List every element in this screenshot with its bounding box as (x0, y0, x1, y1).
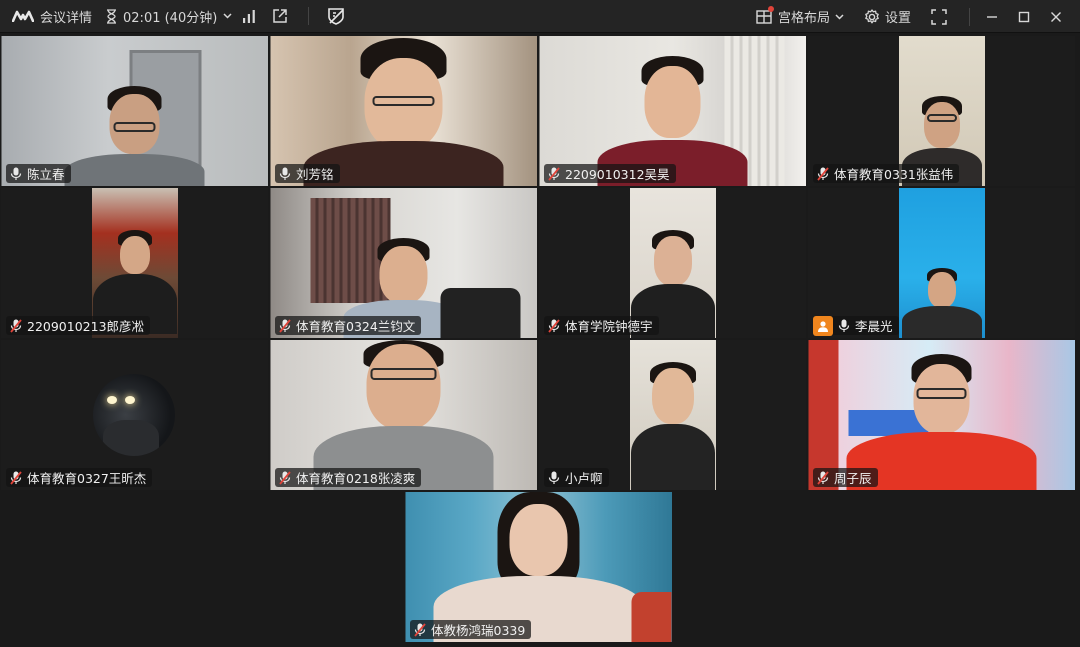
participant-name: 体育教育0331张益伟 (834, 167, 954, 182)
fullscreen-button[interactable] (931, 8, 947, 25)
participant-name: 刘芳铭 (296, 167, 334, 182)
microphone-muted-icon (817, 166, 829, 181)
participant-label: 体育教育0331张益伟 (813, 164, 960, 183)
top-toolbar: 会议详情 02:01 (40分钟) 宫格布局 设置 (0, 0, 1080, 33)
participant-label: 2209010312吴昊 (544, 164, 676, 183)
meeting-details-label: 会议详情 (40, 10, 93, 26)
participant-name: 小卢啊 (565, 471, 603, 486)
close-icon (1050, 11, 1062, 23)
light-glare (107, 396, 117, 404)
participant-tile[interactable]: 刘芳铭 (270, 36, 537, 186)
microphone-muted-icon (817, 470, 829, 485)
microphone-icon (838, 319, 850, 332)
participant-tile[interactable]: 体育教育0331张益伟 (808, 36, 1075, 186)
encryption-button[interactable] (327, 7, 345, 25)
participant-tile[interactable]: 体育学院钟德宇 (539, 188, 806, 338)
participant-label: 体育教育0324兰钧文 (275, 316, 422, 335)
microphone-muted-icon (10, 318, 22, 333)
participant-label: 体育学院钟德宇 (544, 316, 659, 335)
layout-label: 宫格布局 (777, 11, 830, 26)
maximize-button[interactable] (1018, 11, 1030, 23)
grid-layout-icon (756, 6, 774, 24)
participant-tile[interactable]: 体教杨鸿瑞0339 (405, 492, 672, 642)
notification-dot (767, 6, 774, 12)
participant-name: 陈立春 (27, 167, 65, 182)
participant-label: 周子辰 (813, 468, 878, 487)
silhouette (103, 420, 159, 456)
settings-label: 设置 (884, 11, 911, 26)
settings-button[interactable]: 设置 (864, 7, 911, 26)
light-glare (125, 396, 135, 404)
participant-tile[interactable]: 2209010312吴昊 (539, 36, 806, 186)
participant-name: 李晨光 (855, 319, 893, 334)
participant-tile[interactable]: 2209010213郎彦凇 (1, 188, 268, 338)
hourglass-icon (106, 8, 117, 24)
participant-tile[interactable]: 周子辰 (808, 340, 1075, 490)
participant-name: 周子辰 (834, 471, 872, 486)
participant-name: 2209010213郎彦凇 (27, 319, 145, 334)
participant-video (898, 188, 985, 338)
tencent-meeting-logo-icon (12, 10, 34, 22)
participant-name: 体育教育0218张凌爽 (296, 471, 416, 486)
meeting-details-button[interactable]: 会议详情 (12, 7, 92, 26)
grid-layout-button[interactable]: 宫格布局 (756, 6, 844, 26)
minimize-icon (986, 11, 998, 23)
minimize-button[interactable] (986, 11, 998, 23)
gear-icon (864, 8, 880, 25)
participant-tile[interactable]: 李晨光 (808, 188, 1075, 338)
participant-label: 陈立春 (6, 164, 71, 183)
share-button[interactable] (272, 8, 288, 24)
participant-label: 体教杨鸿瑞0339 (410, 620, 532, 639)
video-grid: 陈立春 刘芳铭 2209010312吴昊 体育教育0331张益伟 2209010… (0, 34, 1080, 647)
participant-name: 体育学院钟德宇 (565, 319, 653, 334)
participant-tile[interactable]: 小卢啊 (539, 340, 806, 490)
microphone-muted-icon (548, 166, 560, 181)
meeting-timer[interactable]: 02:01 (40分钟) (106, 7, 232, 26)
signal-strength-button[interactable] (242, 9, 256, 23)
share-icon (272, 8, 288, 24)
bag (440, 288, 520, 338)
participant-label: 小卢啊 (544, 468, 609, 487)
maximize-icon (1018, 11, 1030, 23)
microphone-muted-icon (414, 622, 426, 637)
participant-name: 体育教育0324兰钧文 (296, 319, 416, 334)
microphone-icon (279, 167, 291, 180)
participant-video (629, 340, 716, 490)
participant-tile[interactable]: 体育教育0324兰钧文 (270, 188, 537, 338)
participant-name: 2209010312吴昊 (565, 167, 670, 182)
avatar-icon (813, 315, 833, 336)
shield-slash-icon (327, 7, 345, 25)
toolbar-divider (969, 7, 970, 26)
participant-tile[interactable]: 体育教育0327王昕杰 (1, 340, 268, 490)
participant-tile[interactable]: 陈立春 (1, 36, 268, 186)
microphone-icon (10, 167, 22, 180)
participant-tile[interactable]: 体育教育0218张凌爽 (270, 340, 537, 490)
close-button[interactable] (1050, 11, 1062, 23)
fullscreen-icon (931, 8, 947, 25)
microphone-muted-icon (279, 318, 291, 333)
timer-text: 02:01 (40分钟) (123, 10, 218, 26)
signal-bars-icon (242, 9, 256, 23)
participant-name: 体育教育0327王昕杰 (27, 471, 147, 486)
microphone-icon (548, 471, 560, 484)
participant-name: 体教杨鸿瑞0339 (431, 623, 526, 638)
participant-label: 李晨光 (813, 315, 899, 336)
participant-label: 体育教育0218张凌爽 (275, 468, 422, 487)
cushion (631, 592, 671, 642)
toolbar-divider (308, 7, 310, 25)
microphone-muted-icon (279, 470, 291, 485)
participant-video (93, 374, 175, 456)
microphone-muted-icon (10, 470, 22, 485)
participant-label: 刘芳铭 (275, 164, 340, 183)
participant-label: 2209010213郎彦凇 (6, 316, 151, 335)
microphone-muted-icon (548, 318, 560, 333)
participant-label: 体育教育0327王昕杰 (6, 468, 153, 487)
chevron-down-icon (835, 13, 844, 20)
chevron-down-icon (223, 13, 232, 19)
